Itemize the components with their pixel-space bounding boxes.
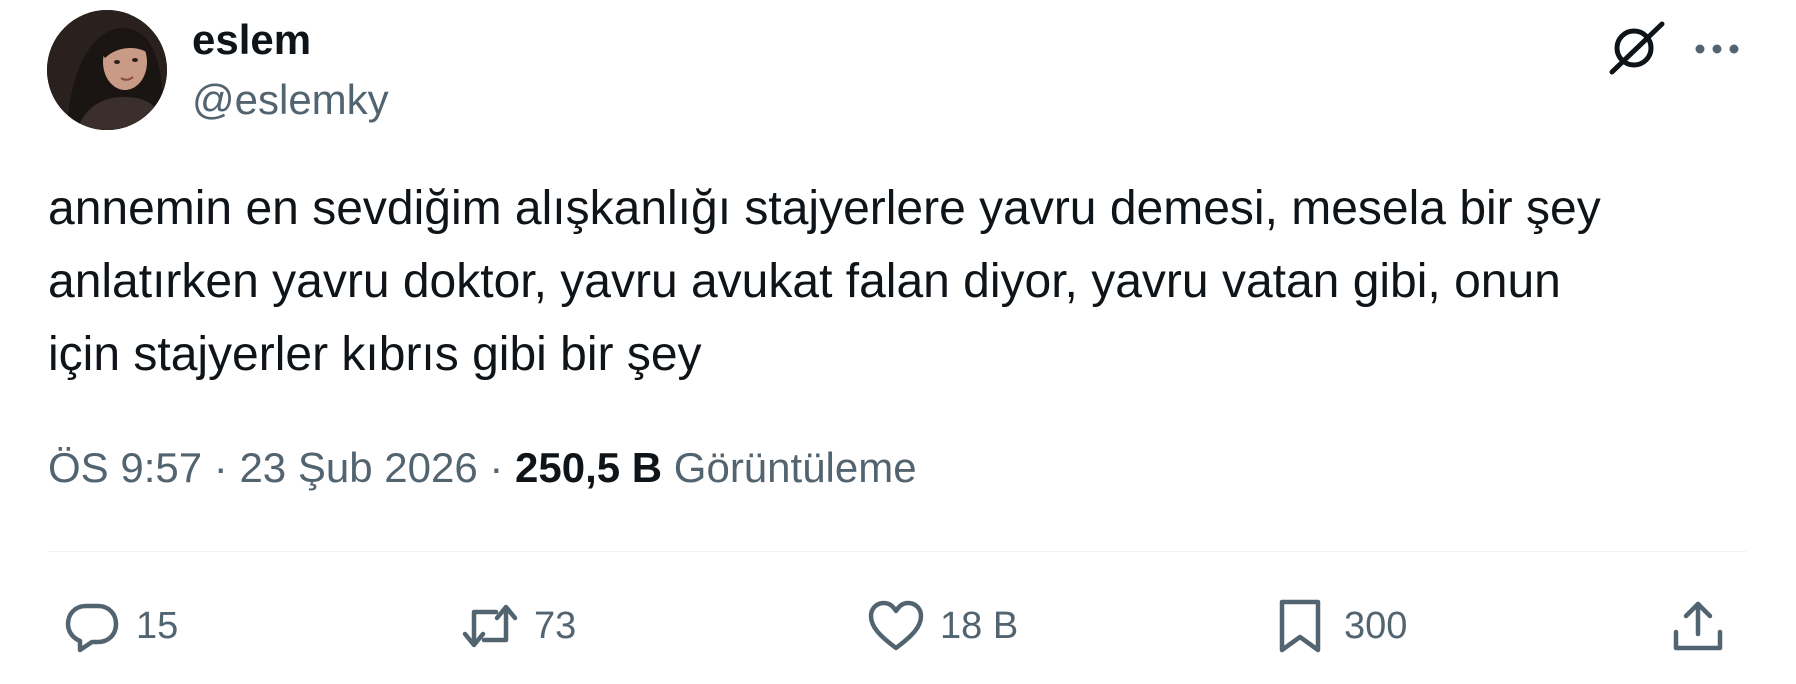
views-label: Görüntüleme — [673, 444, 917, 491]
tweet-card: eslem @eslemky annemin en sevdiğim alışk… — [0, 0, 1796, 684]
tweet-date[interactable]: 23 Şub 2026 — [239, 444, 477, 491]
retweet-icon — [460, 596, 520, 656]
reply-icon — [62, 596, 122, 656]
avatar[interactable] — [47, 10, 167, 130]
grok-icon[interactable] — [1604, 18, 1668, 76]
tweet-meta: ÖS 9:57 · 23 Şub 2026 · 250,5 B Görüntül… — [48, 442, 917, 494]
meta-separator: · — [213, 444, 228, 491]
divider — [48, 551, 1746, 552]
reply-count: 15 — [136, 605, 179, 647]
views-count[interactable]: 250,5 B — [515, 444, 662, 491]
retweet-count: 73 — [534, 605, 577, 647]
like-button[interactable]: 18 B — [866, 596, 1018, 656]
more-options-icon[interactable] — [1690, 18, 1744, 76]
meta-separator: · — [489, 444, 504, 491]
bookmark-icon — [1270, 596, 1330, 656]
retweet-button[interactable]: 73 — [460, 596, 576, 656]
share-button[interactable] — [1668, 596, 1728, 656]
avatar-image — [47, 10, 167, 130]
tweet-text: annemin en sevdiğim alışkanlığı stajyerl… — [48, 182, 1601, 381]
display-name[interactable]: eslem — [192, 14, 311, 66]
user-handle[interactable]: @eslemky — [192, 74, 389, 126]
like-count: 18 B — [940, 605, 1019, 647]
bookmark-button[interactable]: 300 — [1270, 596, 1407, 656]
heart-icon — [866, 596, 926, 656]
share-icon — [1668, 596, 1728, 656]
tweet-time[interactable]: ÖS 9:57 — [48, 444, 202, 491]
bookmark-count: 300 — [1344, 605, 1408, 647]
reply-button[interactable]: 15 — [62, 596, 178, 656]
